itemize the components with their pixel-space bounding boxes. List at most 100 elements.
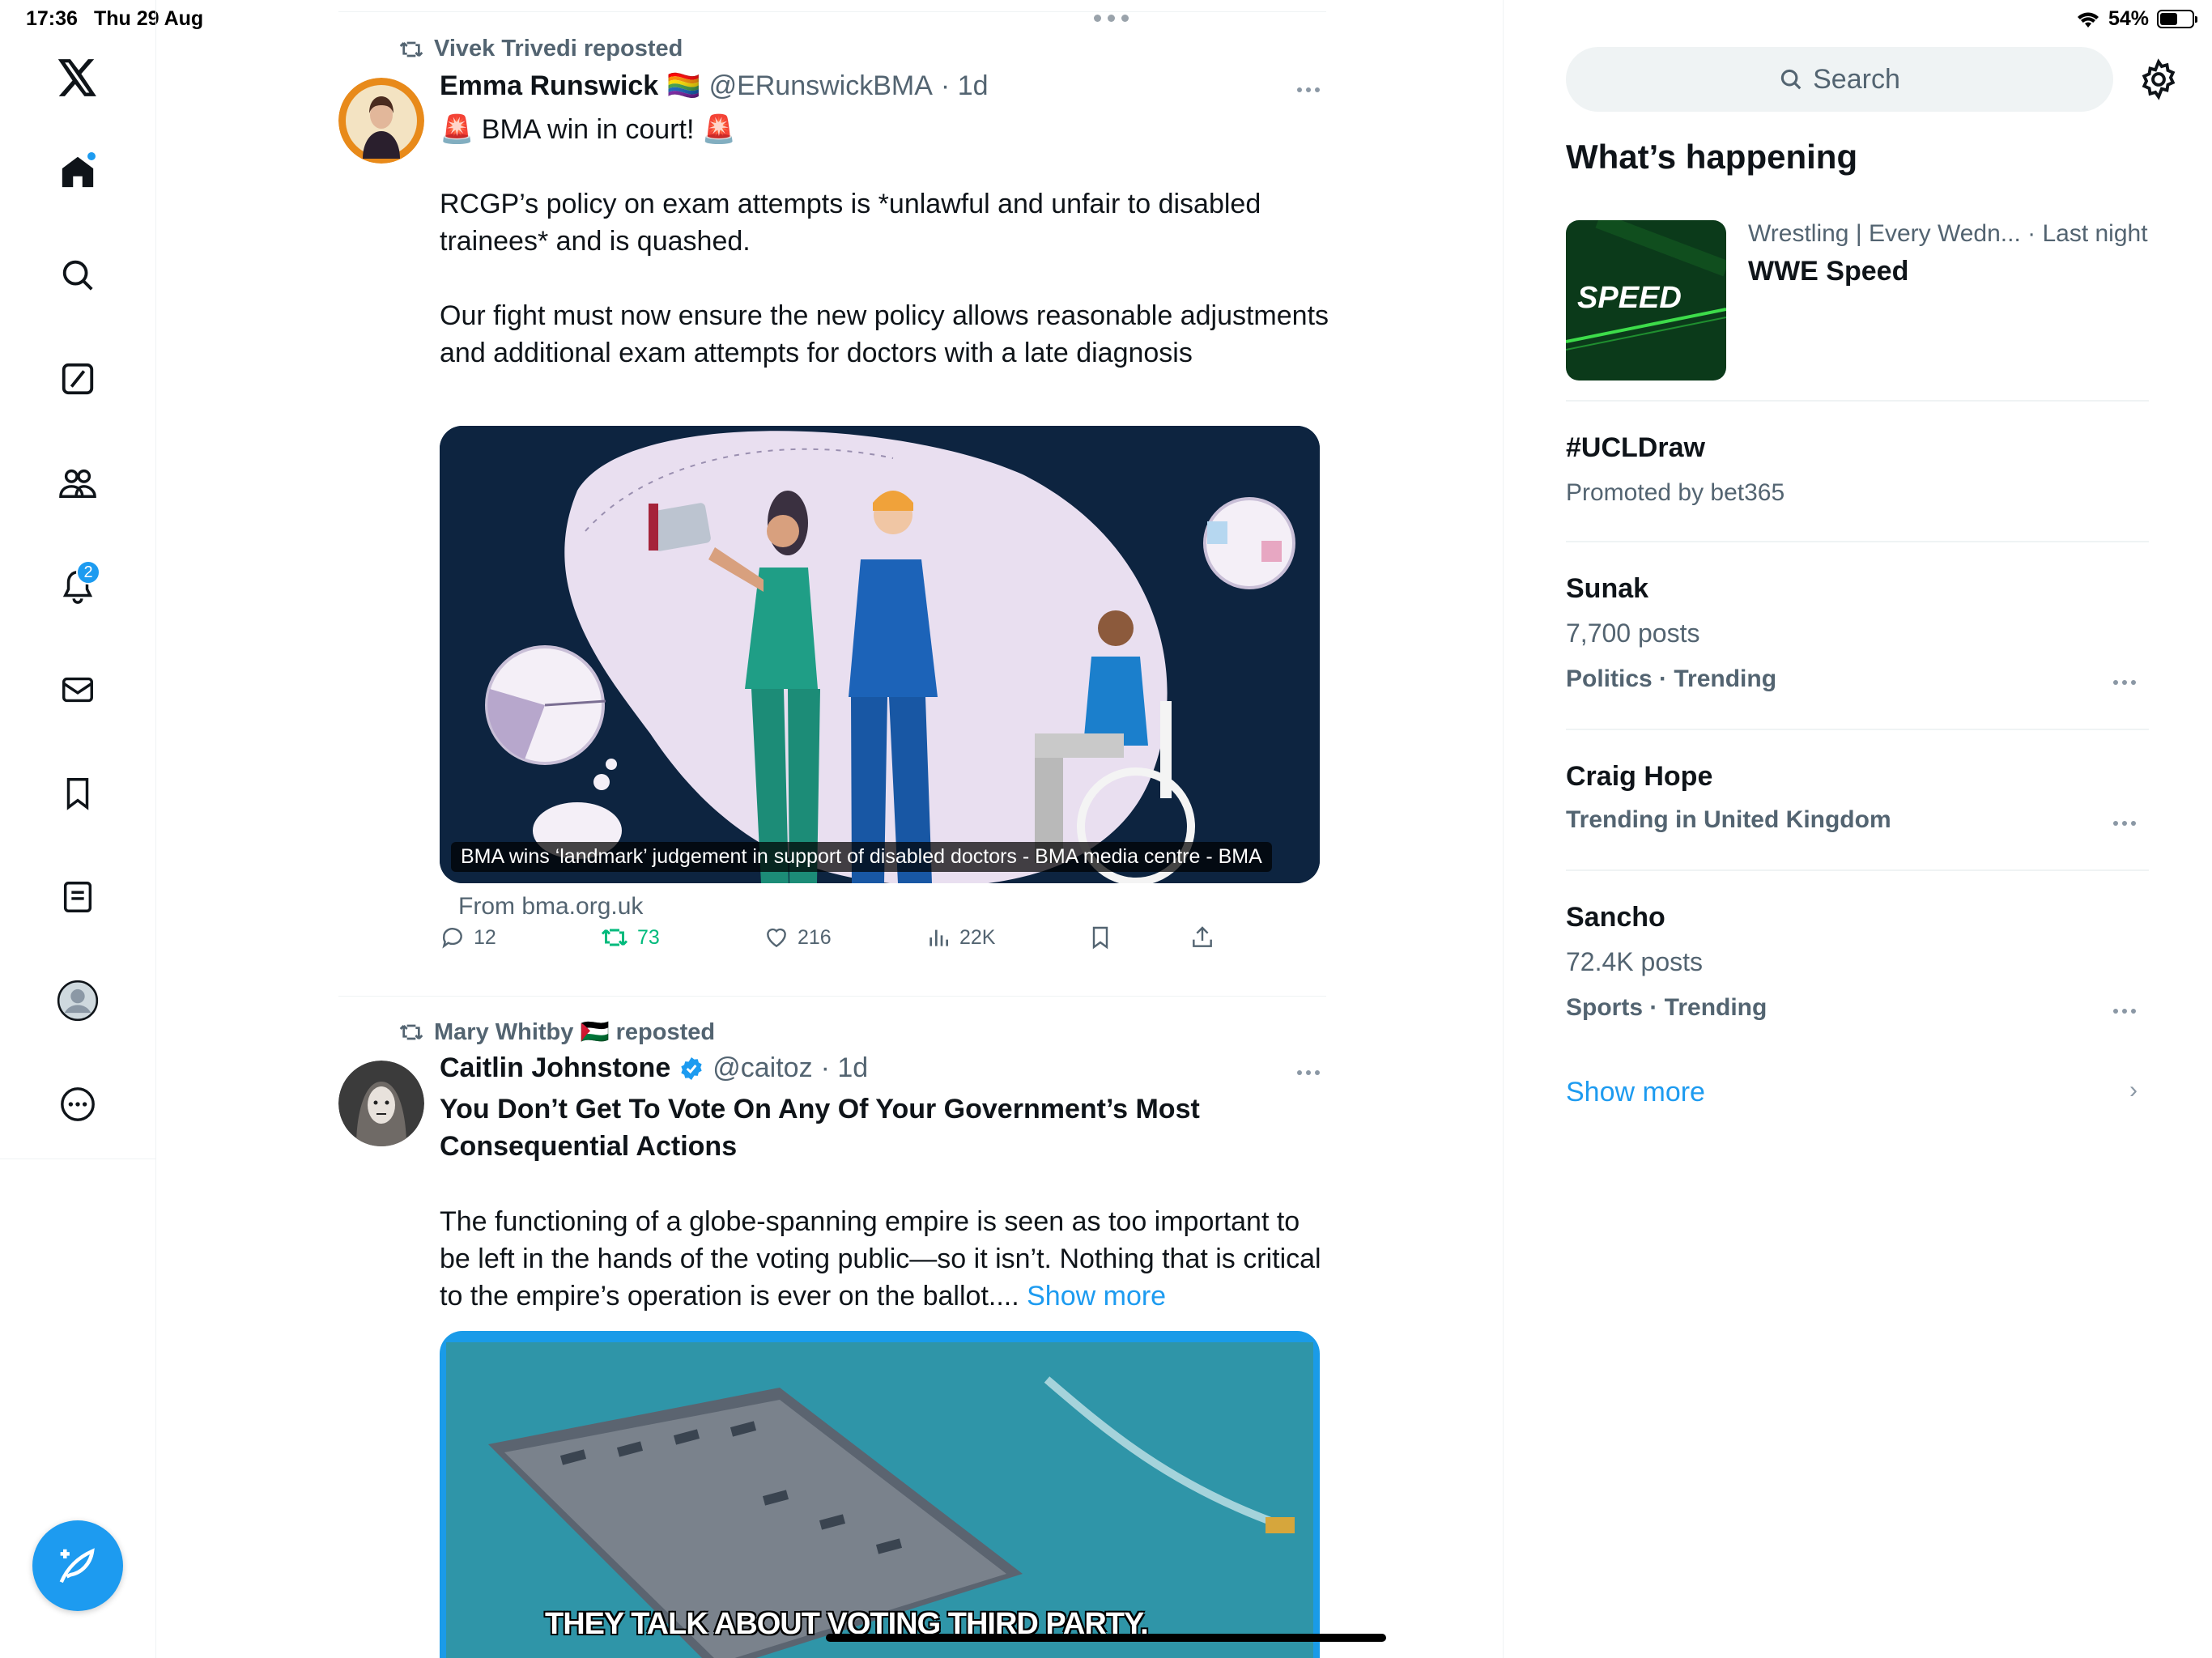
- author-name-emoji: 🏳️‍🌈: [666, 70, 701, 101]
- trend-context: Trending in United Kingdom: [1566, 806, 1891, 833]
- tweet-body: The functioning of a globe-spanning empi…: [440, 1206, 1321, 1312]
- battery-percent: 54%: [2108, 7, 2149, 30]
- home-icon[interactable]: [50, 144, 105, 199]
- trend-item-sancho[interactable]: Sancho 72.4K posts Sports · Trending: [1566, 902, 2149, 1031]
- trend-more-button[interactable]: [2113, 680, 2136, 685]
- tweet-more-button[interactable]: [1297, 1070, 1320, 1075]
- share-button[interactable]: [1189, 925, 1215, 950]
- search-icon: [1780, 69, 1802, 90]
- tweet-divider: [338, 996, 1326, 997]
- multitasking-dots[interactable]: [1094, 15, 1129, 22]
- trend-title: Craig Hope: [1566, 761, 1713, 792]
- trend-divider: [1566, 400, 2149, 402]
- heart-icon: [767, 928, 786, 948]
- trend-item-craig-hope[interactable]: Craig Hope Trending in United Kingdom: [1566, 761, 2149, 850]
- link-card-caption: BMA wins ‘landmark’ judgement in support…: [451, 842, 1272, 872]
- messages-icon[interactable]: [50, 662, 105, 717]
- trend-title: Sancho: [1566, 902, 1665, 933]
- trend-item-ucldraw[interactable]: #UCLDraw Promoted by bet365: [1566, 432, 2149, 521]
- trend-divider: [1566, 541, 2149, 542]
- trend-post-count: 72.4K posts: [1566, 947, 1703, 976]
- home-new-dot: [86, 151, 97, 162]
- search-placeholder: Search: [1813, 63, 1900, 95]
- compose-feather-icon: [59, 1548, 95, 1584]
- tweet-text: The functioning of a globe-spanning empi…: [440, 1203, 1330, 1315]
- bma-illustration: [440, 426, 1320, 883]
- search-icon[interactable]: [50, 248, 105, 303]
- nav-border: [155, 1159, 156, 1658]
- trends-show-more-link[interactable]: Show more: [1566, 1077, 1705, 1108]
- author-name[interactable]: Caitlin Johnstone: [440, 1052, 670, 1084]
- wifi-icon: [2077, 12, 2099, 28]
- post-time: · 1d: [940, 70, 989, 101]
- share-icon: [1193, 926, 1212, 947]
- bookmark-button[interactable]: [1087, 925, 1113, 950]
- wwe-speed-thumbnail: SPEED: [1566, 220, 1726, 380]
- repost-indicator: Vivek Trivedi reposted: [398, 36, 683, 62]
- views-chart-icon: [929, 929, 948, 946]
- author-handle[interactable]: @ERunswickBMA: [709, 70, 933, 102]
- tweet-header: Caitlin Johnstone @caitoz · 1d: [440, 1052, 868, 1084]
- link-card-image[interactable]: BMA wins ‘landmark’ judgement in support…: [440, 426, 1320, 883]
- article-title[interactable]: You Don’t Get To Vote On Any Of Your Gov…: [440, 1090, 1298, 1165]
- x-logo-icon[interactable]: [50, 50, 105, 105]
- trend-title: Sunak: [1566, 573, 1649, 604]
- reply-icon: [442, 928, 462, 949]
- link-source[interactable]: From bma.org.uk: [458, 893, 643, 920]
- repost-button[interactable]: 73: [600, 925, 660, 950]
- right-column-border: [1503, 0, 1504, 1658]
- repost-count: 73: [637, 925, 660, 949]
- trend-post-count: 7,700 posts: [1566, 619, 1700, 648]
- battery-fill: [2160, 13, 2177, 25]
- like-button[interactable]: 216: [764, 925, 832, 950]
- compose-post-button[interactable]: [32, 1520, 123, 1611]
- author-handle[interactable]: @caitoz: [713, 1052, 812, 1084]
- profile-avatar-icon[interactable]: [50, 973, 105, 1028]
- verified-badge-icon: [681, 1056, 702, 1080]
- feed-top-border: [338, 11, 1326, 12]
- chevron-right-icon: ›: [2129, 1077, 2138, 1103]
- author-name[interactable]: Emma Runswick: [440, 70, 658, 102]
- repost-by-label: Mary Whitby 🇵🇸 reposted: [434, 1019, 716, 1045]
- search-input[interactable]: Search: [1566, 47, 2113, 112]
- author-avatar[interactable]: [338, 1061, 424, 1146]
- lists-icon[interactable]: [50, 869, 105, 925]
- repost-icon: [601, 929, 628, 946]
- like-count: 216: [798, 925, 832, 949]
- trend-more-button[interactable]: [2113, 821, 2136, 826]
- trend-divider: [1566, 729, 2149, 730]
- trend-meta: Wrestling | Every Wedn... · Last night: [1748, 220, 2148, 247]
- left-nav: 2: [0, 0, 156, 1159]
- views-count: 22K: [959, 925, 996, 949]
- status-right: 54%: [2076, 7, 2197, 31]
- trend-item-sunak[interactable]: Sunak 7,700 posts Politics · Trending: [1566, 573, 2149, 703]
- tweet-more-button[interactable]: [1297, 87, 1320, 92]
- home-indicator[interactable]: [826, 1634, 1386, 1642]
- tweet-header: Emma Runswick 🏳️‍🌈 @ERunswickBMA · 1d: [440, 70, 989, 102]
- whats-happening-heading: What’s happening: [1566, 138, 1858, 176]
- video-card[interactable]: THEY TALK ABOUT VOTING THIRD PARTY,: [440, 1331, 1320, 1658]
- show-more-link[interactable]: Show more: [1027, 1281, 1166, 1312]
- trend-more-button[interactable]: [2113, 1009, 2136, 1014]
- reply-button[interactable]: 12: [440, 925, 496, 950]
- author-avatar[interactable]: [338, 78, 424, 164]
- post-time: · 1d: [820, 1052, 869, 1083]
- notifications-bell-icon[interactable]: 2: [50, 559, 105, 614]
- more-options-icon[interactable]: [50, 1077, 105, 1132]
- trend-context: Sports · Trending: [1566, 994, 1767, 1021]
- views-button[interactable]: 22K: [925, 925, 995, 950]
- communities-icon[interactable]: [50, 455, 105, 510]
- trend-title: WWE Speed: [1748, 256, 1909, 287]
- repost-by-label: Vivek Trivedi reposted: [434, 36, 683, 62]
- trend-promoted: Promoted by bet365: [1566, 479, 1785, 506]
- trend-item-wwe-speed[interactable]: SPEED Wrestling | Every Wedn... · Last n…: [1566, 220, 2149, 380]
- trend-context: Politics · Trending: [1566, 665, 1777, 692]
- trend-divider: [1566, 869, 2149, 871]
- repost-indicator: Mary Whitby 🇵🇸 reposted: [398, 1018, 715, 1046]
- settings-gear-icon[interactable]: [2138, 58, 2180, 100]
- bookmarks-icon[interactable]: [50, 766, 105, 821]
- tweet-text: 🚨 BMA win in court! 🚨 RCGP’s policy on e…: [440, 114, 1329, 368]
- repost-icon: [399, 41, 423, 57]
- notifications-badge: 2: [76, 560, 100, 585]
- grok-icon[interactable]: [50, 351, 105, 406]
